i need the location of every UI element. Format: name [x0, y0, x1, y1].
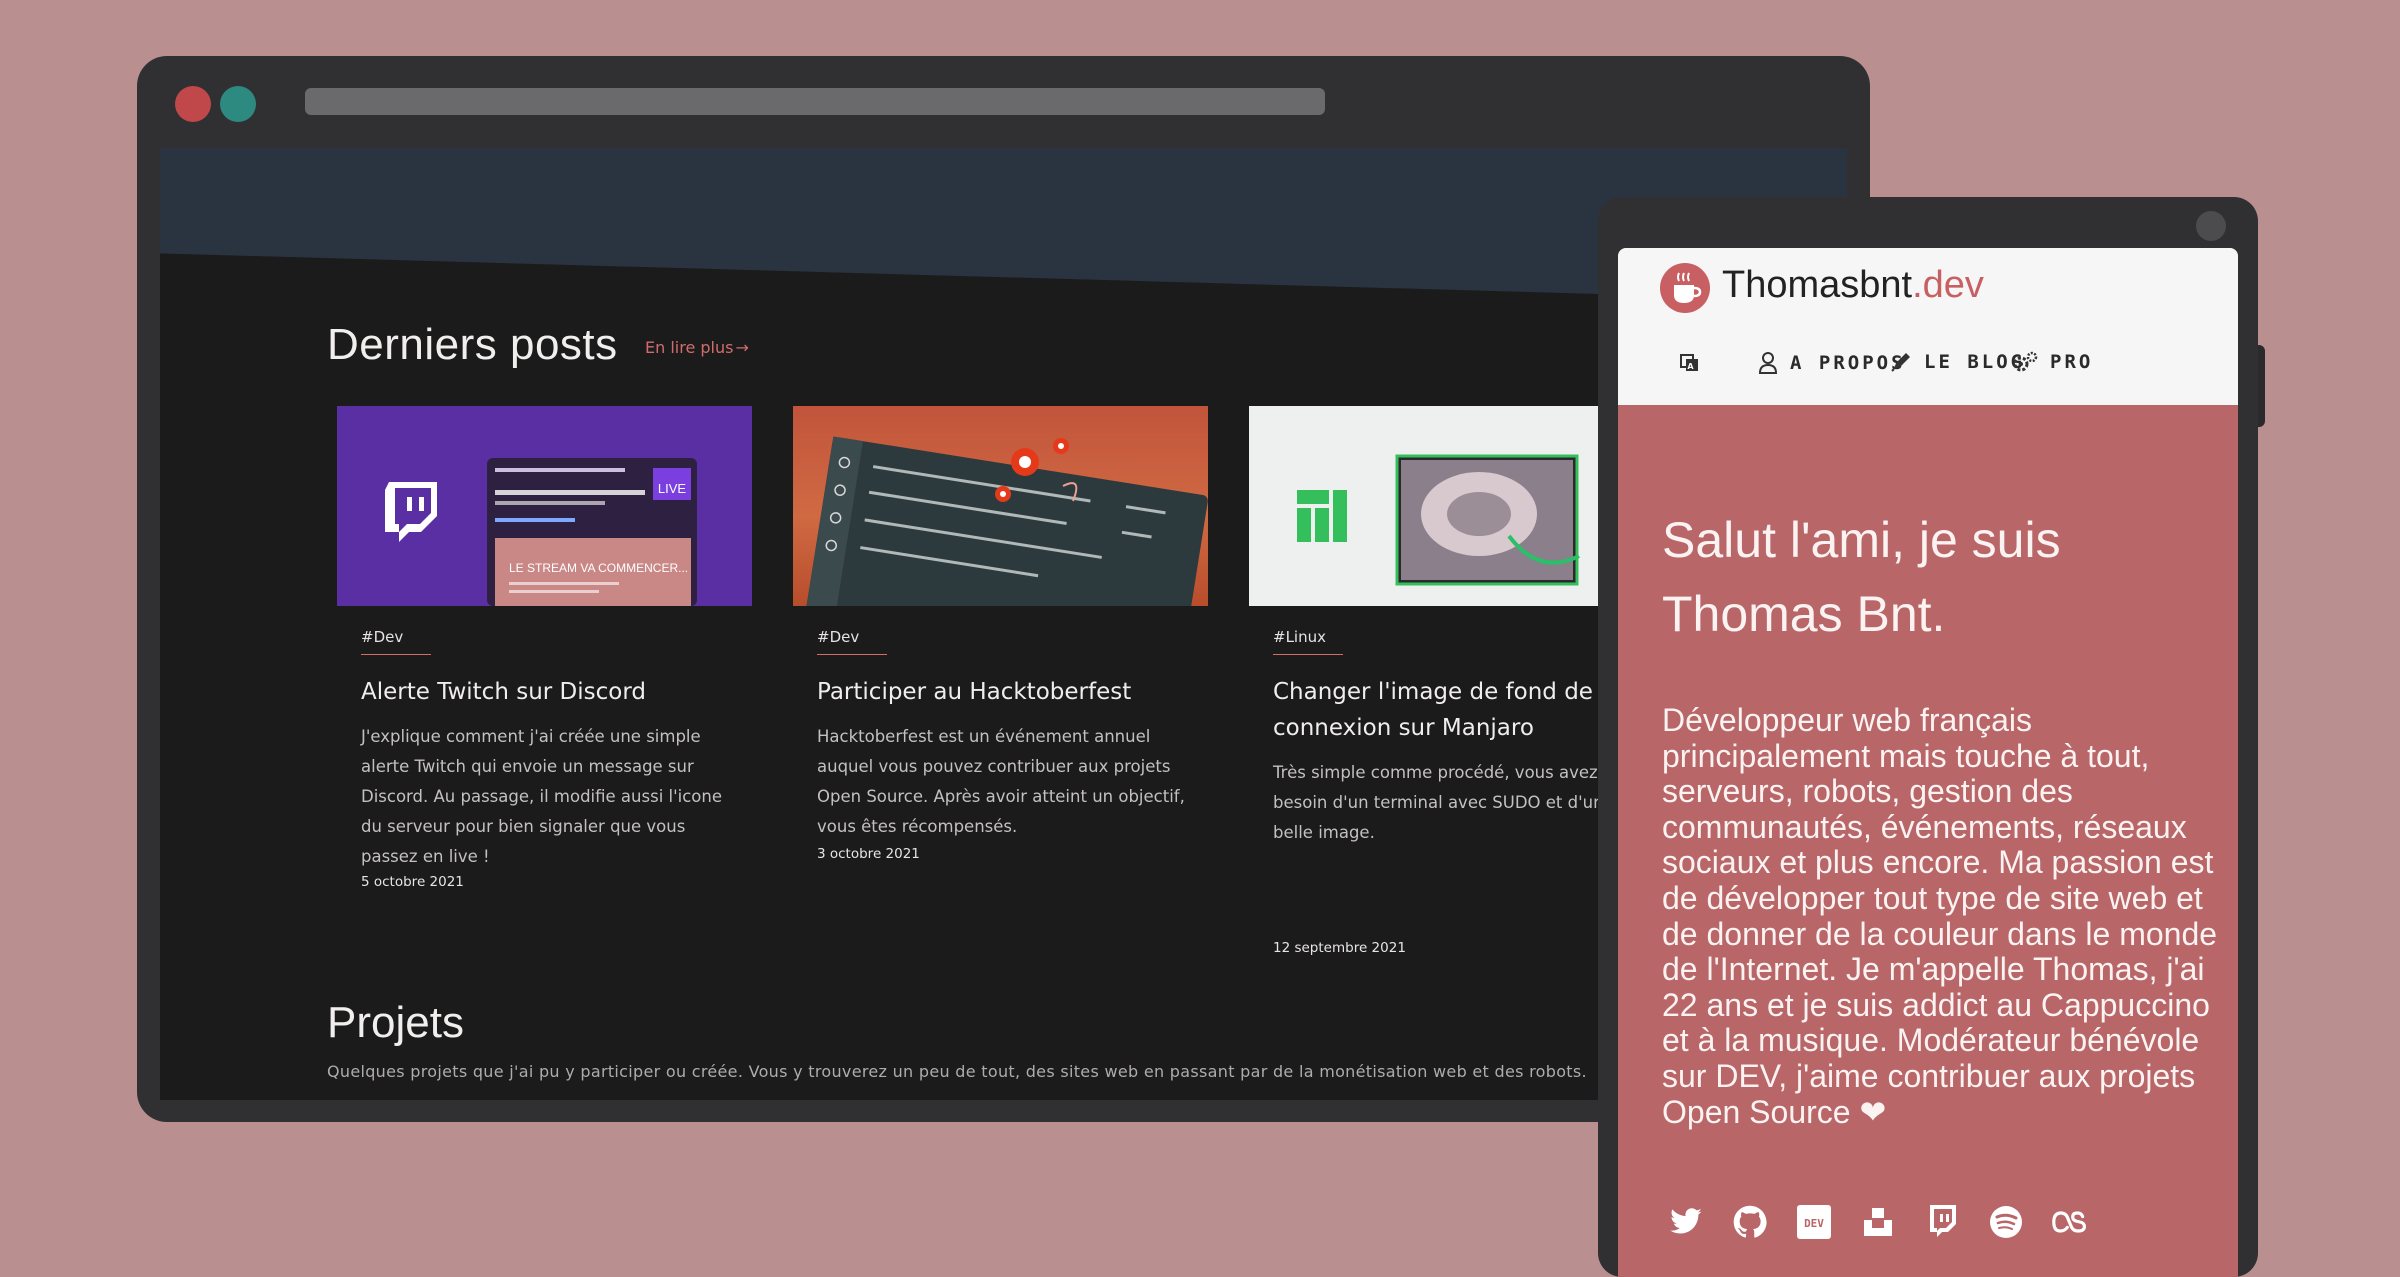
projects-section-description: Quelques projets que j'ai pu y participe…	[327, 1062, 1587, 1081]
post-description: Très simple comme procédé, vous avez bes…	[1273, 763, 1614, 842]
hacktoberfest-thumbnail-art	[803, 436, 1208, 606]
pencil-icon	[1891, 353, 1910, 372]
post-title[interactable]: Participer au Hacktoberfest	[817, 674, 1192, 710]
nav-label: A PROPOS	[1790, 352, 1906, 374]
nav-label: PRO	[2050, 351, 2094, 373]
post-title[interactable]: Alerte Twitch sur Discord	[361, 674, 736, 710]
brand-suffix: .dev	[1912, 264, 1984, 306]
hero-greeting: Salut l'ami, je suis Thomas Bnt.	[1662, 512, 2061, 642]
mobile-screen: Thomasbnt.dev A A PROPOS LE BLOG PRO Sal…	[1618, 248, 2238, 1277]
nav-item-pro[interactable]: PRO	[2012, 351, 2093, 373]
post-date: 3 octobre 2021	[817, 846, 920, 862]
twitch-icon[interactable]	[1924, 1204, 1960, 1240]
tag-underline	[817, 654, 887, 655]
post-tag[interactable]: #Dev	[817, 628, 859, 646]
language-switch-icon[interactable]: A	[1678, 351, 1712, 373]
posts-section-title: Derniers posts	[327, 320, 618, 369]
post-thumbnail	[793, 406, 1208, 606]
post-description: Hacktoberfest est un événement annuel au…	[817, 727, 1185, 836]
nav-label: LE BLOG	[1924, 351, 2026, 373]
post-tag[interactable]: #Dev	[361, 628, 403, 646]
github-icon[interactable]	[1732, 1204, 1768, 1240]
hero-band	[160, 148, 1847, 301]
phone-camera	[2196, 211, 2226, 241]
window-close-dot[interactable]	[175, 86, 211, 122]
address-bar[interactable]	[305, 88, 1325, 115]
mobile-phone-mockup: Thomasbnt.dev A A PROPOS LE BLOG PRO Sal…	[1598, 197, 2258, 1277]
twitch-logo-icon	[385, 482, 437, 542]
read-more-link[interactable]: En lire plus →	[645, 338, 749, 357]
dev-icon[interactable]: DEV	[1796, 1204, 1832, 1240]
nav-item-a-propos[interactable]: A PROPOS	[1758, 351, 1906, 375]
arrow-right-icon: →	[735, 338, 749, 357]
brand-name[interactable]: Thomasbnt.dev	[1722, 264, 1984, 307]
post-card-hacktoberfest[interactable]: #Dev Participer au Hacktoberfest Hacktob…	[793, 406, 1208, 976]
nav-item-le-blog[interactable]: LE BLOG	[1890, 351, 2025, 373]
social-links: DEV	[1668, 1204, 2088, 1240]
hero-bio: Développeur web français principalement …	[1662, 702, 2218, 1130]
user-icon	[1758, 352, 1778, 374]
tag-underline	[1273, 654, 1343, 655]
post-title[interactable]: Changer l'image de fond de connexion sur…	[1273, 674, 1648, 746]
desktop-viewport: Derniers posts En lire plus → LIVE LE ST…	[160, 148, 1847, 1100]
post-thumbnail: LIVE LE STREAM VA COMMENCER...	[337, 406, 752, 606]
read-more-label: En lire plus	[645, 338, 734, 357]
projects-section-title: Projets	[327, 998, 464, 1047]
window-minimize-dot[interactable]	[220, 86, 256, 122]
live-badge: LIVE	[658, 481, 687, 496]
twitter-icon[interactable]	[1668, 1204, 1704, 1240]
post-card-twitch[interactable]: LIVE LE STREAM VA COMMENCER... #Dev Aler…	[337, 406, 752, 976]
svg-text:A: A	[1687, 362, 1696, 371]
post-date: 12 septembre 2021	[1273, 940, 1406, 956]
tag-underline	[361, 654, 431, 655]
post-date: 5 octobre 2021	[361, 874, 464, 890]
spotify-icon[interactable]	[1988, 1204, 2024, 1240]
dev-badge-text: DEV	[1804, 1217, 1824, 1230]
lastfm-icon[interactable]	[2052, 1204, 2088, 1240]
coffee-cup-logo-icon[interactable]	[1660, 263, 1710, 313]
gears-icon	[2013, 351, 2038, 372]
twitch-thumbnail-art: LIVE LE STREAM VA COMMENCER...	[385, 458, 697, 606]
manjaro-logo-icon	[1297, 490, 1347, 542]
unsplash-icon[interactable]	[1860, 1204, 1896, 1240]
post-tag[interactable]: #Linux	[1273, 628, 1326, 646]
stream-text: LE STREAM VA COMMENCER...	[509, 561, 688, 575]
mobile-header: Thomasbnt.dev A A PROPOS LE BLOG PRO	[1618, 248, 2238, 405]
post-description: J'explique comment j'ai créée une simple…	[361, 727, 723, 866]
brand-main: Thomasbnt	[1722, 264, 1913, 306]
